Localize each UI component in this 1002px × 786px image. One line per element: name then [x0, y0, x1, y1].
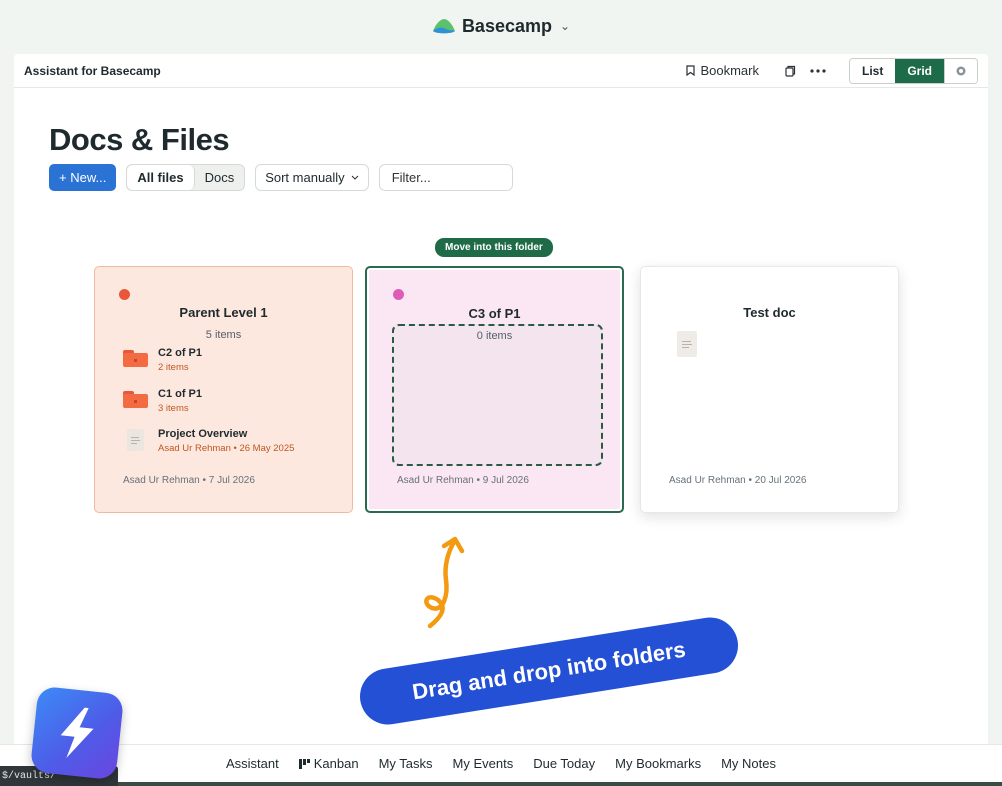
sort-label: Sort manually — [265, 170, 345, 185]
card-meta: Asad Ur Rehman • 9 Jul 2026 — [397, 475, 529, 486]
document-icon — [127, 429, 144, 451]
basecamp-logo-icon — [432, 19, 455, 34]
project-switcher[interactable]: Basecamp ⌄ — [432, 16, 570, 37]
nav-my-tasks[interactable]: My Tasks — [379, 756, 433, 771]
item-sub: 2 items — [158, 362, 189, 373]
brand-name: Basecamp — [461, 15, 552, 36]
settings-button[interactable] — [944, 58, 977, 83]
document-icon — [677, 331, 697, 357]
list-view-button[interactable]: List — [849, 58, 896, 83]
doc-card-test-doc[interactable]: Test doc Asad Ur Rehman • 20 Jul 2026 — [640, 266, 899, 513]
nav-my-notes[interactable]: My Notes — [721, 756, 776, 771]
copy-button[interactable] — [779, 60, 801, 82]
page-title: Docs & Files — [49, 122, 230, 157]
assistant-app-icon[interactable] — [29, 685, 125, 781]
folder-card-c3-of-p1[interactable]: C3 of P1 0 items Asad Ur Rehman • 9 Jul … — [365, 266, 624, 513]
bookmark-icon — [686, 65, 696, 76]
new-button[interactable]: + New... — [49, 164, 117, 191]
bottom-strip — [0, 782, 1002, 786]
tab-all-files[interactable]: All files — [127, 165, 195, 190]
move-into-folder-badge: Move into this folder — [435, 238, 553, 257]
card-meta: Asad Ur Rehman • 7 Jul 2026 — [123, 475, 255, 486]
panel-header: Assistant for Basecamp Bookmark List Gri… — [14, 54, 988, 88]
folder-icon — [123, 391, 148, 408]
card-title: Parent Level 1 — [179, 305, 268, 320]
curly-arrow-icon — [424, 536, 465, 629]
copy-icon — [785, 65, 796, 77]
card-title: Test doc — [743, 305, 796, 320]
item-name: Project Overview — [158, 428, 248, 440]
nav-my-bookmarks[interactable]: My Bookmarks — [615, 756, 701, 771]
folder-color-dot — [119, 289, 130, 300]
list-item[interactable]: Project Overview Asad Ur Rehman • 26 May… — [123, 428, 294, 454]
nav-due-today[interactable]: Due Today — [533, 756, 595, 771]
nav-kanban[interactable]: Kanban — [298, 756, 359, 771]
list-item[interactable]: C2 of P1 2 items — [123, 347, 202, 373]
more-icon — [810, 68, 826, 73]
chevron-down-icon — [351, 175, 359, 180]
bookmark-button[interactable]: Bookmark — [686, 63, 759, 78]
item-sub: Asad Ur Rehman • 26 May 2025 — [158, 443, 295, 454]
file-type-tabs: All files Docs — [126, 164, 246, 191]
card-meta: Asad Ur Rehman • 20 Jul 2026 — [669, 475, 807, 486]
more-options-button[interactable] — [807, 60, 829, 82]
nav-assistant[interactable]: Assistant — [226, 756, 279, 771]
header-actions: Bookmark List Grid — [686, 57, 978, 84]
bottom-nav: Assistant Kanban My Tasks My Events Due … — [0, 744, 1002, 782]
card-item-count: 0 items — [476, 330, 513, 342]
lightning-bolt-icon — [60, 707, 94, 759]
gear-icon — [956, 66, 966, 75]
sort-dropdown[interactable]: Sort manually — [255, 164, 369, 191]
list-item[interactable]: C1 of P1 3 items — [123, 388, 202, 414]
panel-title: Assistant for Basecamp — [24, 63, 161, 78]
top-bar: Basecamp ⌄ — [0, 0, 1002, 52]
view-toggle: List Grid — [848, 57, 978, 84]
chevron-down-icon: ⌄ — [560, 19, 571, 33]
card-item-count: 5 items — [205, 329, 242, 341]
main-panel: Assistant for Basecamp Bookmark List Gri… — [14, 54, 988, 744]
nav-my-events[interactable]: My Events — [453, 756, 514, 771]
grid-view-button[interactable]: Grid — [895, 58, 944, 83]
bookmark-label: Bookmark — [700, 63, 759, 78]
filter-input[interactable] — [378, 164, 513, 191]
tab-docs[interactable]: Docs — [195, 165, 245, 190]
folder-icon — [123, 350, 148, 367]
drop-zone[interactable] — [392, 324, 603, 466]
item-name: C1 of P1 — [158, 388, 203, 400]
card-title: C3 of P1 — [468, 306, 521, 321]
kanban-icon — [298, 758, 310, 769]
item-name: C2 of P1 — [158, 347, 203, 359]
files-toolbar: + New... All files Docs Sort manually — [49, 164, 513, 191]
item-sub: 3 items — [158, 403, 189, 414]
folder-color-dot — [393, 289, 404, 300]
nav-kanban-label: Kanban — [313, 756, 359, 771]
folder-card-parent-level-1[interactable]: Parent Level 1 5 items C2 of P1 2 items … — [94, 266, 353, 513]
